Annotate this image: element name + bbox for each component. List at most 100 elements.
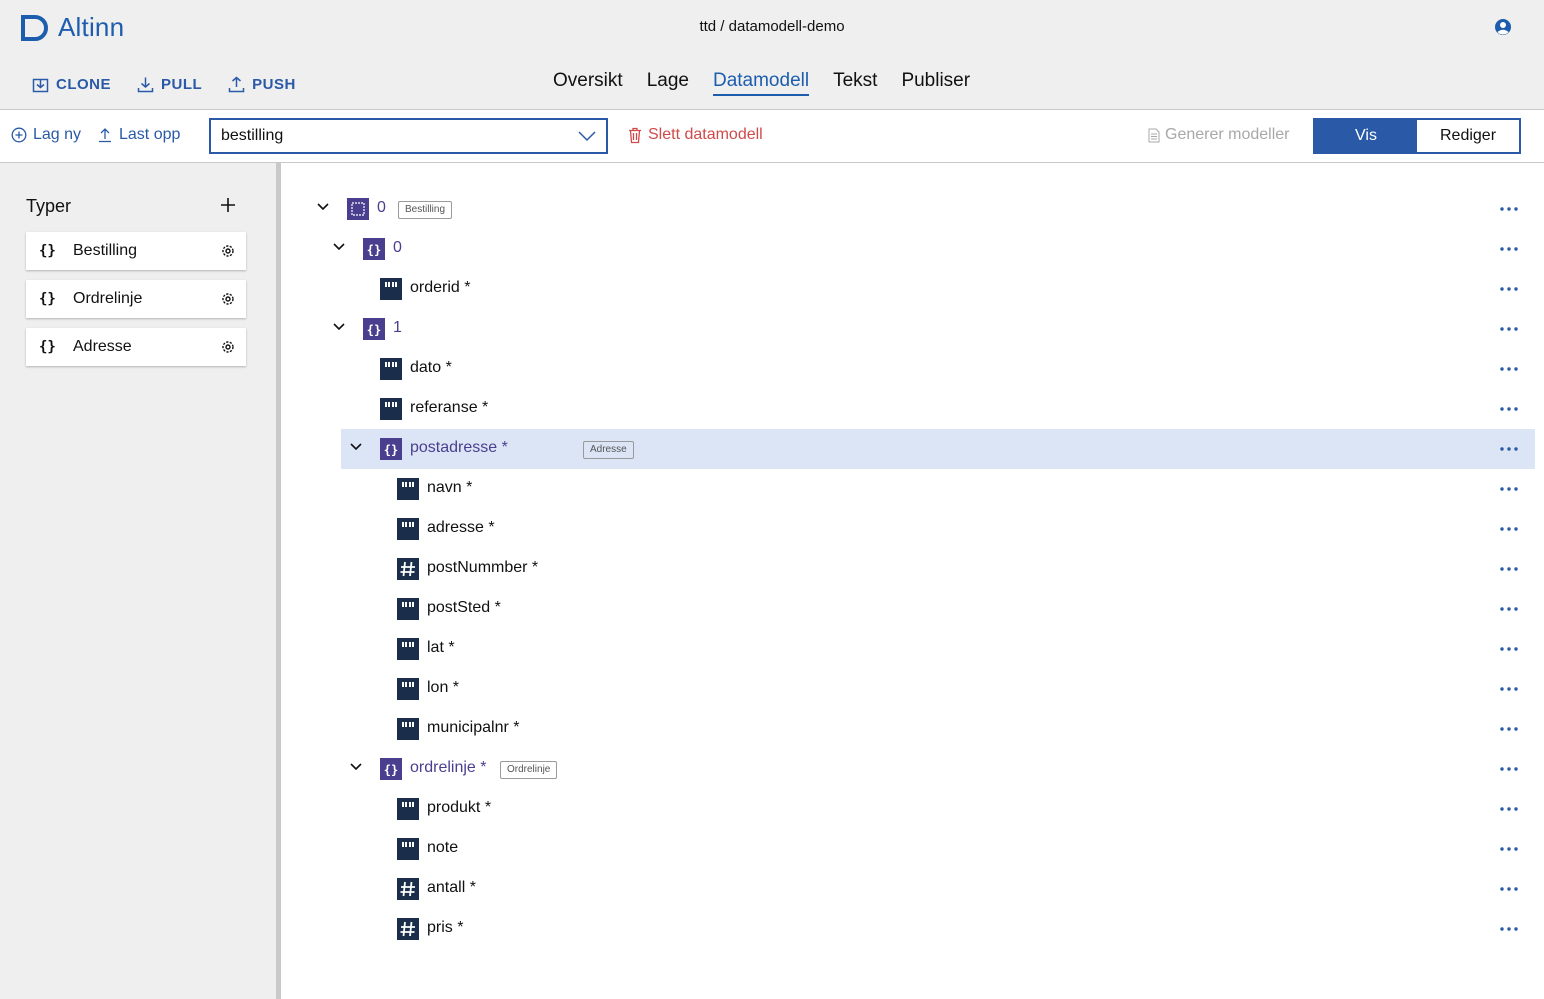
more-options-icon[interactable] — [1500, 847, 1518, 851]
more-options-icon[interactable] — [1500, 207, 1518, 211]
tree-row[interactable]: {} postadresse * Adresse — [341, 429, 1535, 469]
gear-icon[interactable] — [220, 339, 236, 355]
more-options-icon[interactable] — [1500, 487, 1518, 491]
object-type-icon: {} — [39, 291, 56, 307]
tree-row[interactable]: 0 Bestilling — [281, 189, 1544, 229]
tree-row[interactable]: pris * — [281, 909, 1544, 949]
push-label: PUSH — [252, 76, 296, 93]
user-profile-icon[interactable] — [1494, 18, 1512, 36]
tree-row[interactable]: lat * — [281, 629, 1544, 669]
chevron-down-icon — [578, 131, 596, 142]
tree-row[interactable]: postNummber * — [281, 549, 1544, 589]
tree-row[interactable]: antall * — [281, 869, 1544, 909]
tree-row-label: postSted * — [427, 599, 501, 616]
tree-row[interactable]: {} 1 — [281, 309, 1544, 349]
generate-models-button[interactable]: Generer modeller — [1148, 126, 1290, 144]
clone-button[interactable]: CLONE — [32, 76, 111, 93]
edit-mode-button[interactable]: Rediger — [1417, 120, 1519, 152]
more-options-icon[interactable] — [1500, 727, 1518, 731]
more-options-icon[interactable] — [1500, 447, 1518, 451]
number-field-icon — [397, 558, 419, 580]
upload-icon — [228, 76, 245, 93]
more-options-icon[interactable] — [1500, 767, 1518, 771]
string-field-icon — [380, 358, 402, 380]
tree-row[interactable]: orderid * — [281, 269, 1544, 309]
expand-chevron-icon[interactable] — [333, 323, 345, 331]
array-object-icon: {} — [380, 758, 402, 780]
string-field-icon — [380, 398, 402, 420]
datamodel-toolbar: Lag ny Last opp bestilling Slett datamod… — [0, 110, 1544, 163]
type-item-bestilling[interactable]: {} Bestilling — [26, 232, 246, 270]
nav-publiser[interactable]: Publiser — [901, 70, 970, 96]
tree-row[interactable]: {} 0 — [281, 229, 1544, 269]
string-field-icon — [397, 478, 419, 500]
more-options-icon[interactable] — [1500, 647, 1518, 651]
gear-icon[interactable] — [220, 291, 236, 307]
nav-datamodell[interactable]: Datamodell — [712, 70, 810, 96]
tree-row[interactable]: dato * — [281, 349, 1544, 389]
string-field-icon — [380, 278, 402, 300]
expand-chevron-icon[interactable] — [350, 763, 362, 771]
tree-row[interactable]: {} ordrelinje * Ordrelinje — [281, 749, 1544, 789]
more-options-icon[interactable] — [1500, 807, 1518, 811]
expand-chevron-icon[interactable] — [333, 243, 345, 251]
upload-model-button[interactable]: Last opp — [97, 126, 180, 144]
expand-chevron-icon[interactable] — [350, 443, 362, 451]
type-item-label: Ordrelinje — [73, 290, 143, 307]
more-options-icon[interactable] — [1500, 367, 1518, 371]
model-select[interactable]: bestilling — [209, 118, 608, 154]
tree-row-label: dato * — [410, 359, 452, 376]
expand-chevron-icon[interactable] — [317, 203, 329, 211]
nav-lage[interactable]: Lage — [647, 70, 689, 96]
tree-row[interactable]: municipalnr * — [281, 709, 1544, 749]
view-mode-button[interactable]: Vis — [1315, 120, 1417, 152]
create-model-button[interactable]: Lag ny — [11, 126, 81, 144]
object-icon: {} — [380, 438, 402, 460]
tree-row-label: 1 — [393, 319, 402, 336]
more-options-icon[interactable] — [1500, 287, 1518, 291]
pull-label: PULL — [161, 76, 203, 93]
push-button[interactable]: PUSH — [228, 76, 296, 93]
nav-tekst[interactable]: Tekst — [833, 70, 877, 96]
tree-row-label: lon * — [427, 679, 460, 696]
more-options-icon[interactable] — [1500, 687, 1518, 691]
download-icon — [137, 77, 154, 93]
tree-row-label: orderid * — [410, 279, 471, 296]
trash-icon — [629, 127, 641, 143]
more-options-icon[interactable] — [1500, 407, 1518, 411]
gear-icon[interactable] — [220, 243, 236, 259]
create-model-label: Lag ny — [33, 126, 82, 143]
root-object-icon — [347, 198, 369, 220]
types-sidebar: Typer {} Bestilling {} Ordrelinje {} Adr… — [0, 163, 276, 999]
tree-row[interactable]: adresse * — [281, 509, 1544, 549]
tree-row[interactable]: produkt * — [281, 789, 1544, 829]
type-item-adresse[interactable]: {} Adresse — [26, 328, 246, 366]
more-options-icon[interactable] — [1500, 567, 1518, 571]
number-field-icon — [397, 918, 419, 940]
string-field-icon — [397, 518, 419, 540]
nav-oversikt[interactable]: Oversikt — [553, 70, 623, 96]
add-type-icon[interactable] — [219, 196, 237, 214]
tree-row-label: ordrelinje * — [410, 759, 487, 776]
string-field-icon — [397, 678, 419, 700]
svg-text:{}: {} — [367, 323, 381, 337]
tree-row[interactable]: postSted * — [281, 589, 1544, 629]
more-options-icon[interactable] — [1500, 887, 1518, 891]
app-header: Altinn ttd / datamodell-demo CLONE PULL … — [0, 0, 1544, 110]
tree-row[interactable]: referanse * — [281, 389, 1544, 429]
more-options-icon[interactable] — [1500, 607, 1518, 611]
more-options-icon[interactable] — [1500, 247, 1518, 251]
pull-button[interactable]: PULL — [137, 76, 202, 93]
tree-row[interactable]: lon * — [281, 669, 1544, 709]
more-options-icon[interactable] — [1500, 527, 1518, 531]
tree-row[interactable]: navn * — [281, 469, 1544, 509]
type-item-ordrelinje[interactable]: {} Ordrelinje — [26, 280, 246, 318]
tree-row-label: antall * — [427, 879, 476, 896]
tree-row[interactable]: note — [281, 829, 1544, 869]
more-options-icon[interactable] — [1500, 327, 1518, 331]
upload-icon — [99, 128, 111, 143]
clone-icon — [32, 78, 49, 93]
more-options-icon[interactable] — [1500, 927, 1518, 931]
delete-model-button[interactable]: Slett datamodell — [628, 126, 763, 144]
type-reference-badge: Adresse — [583, 441, 634, 459]
